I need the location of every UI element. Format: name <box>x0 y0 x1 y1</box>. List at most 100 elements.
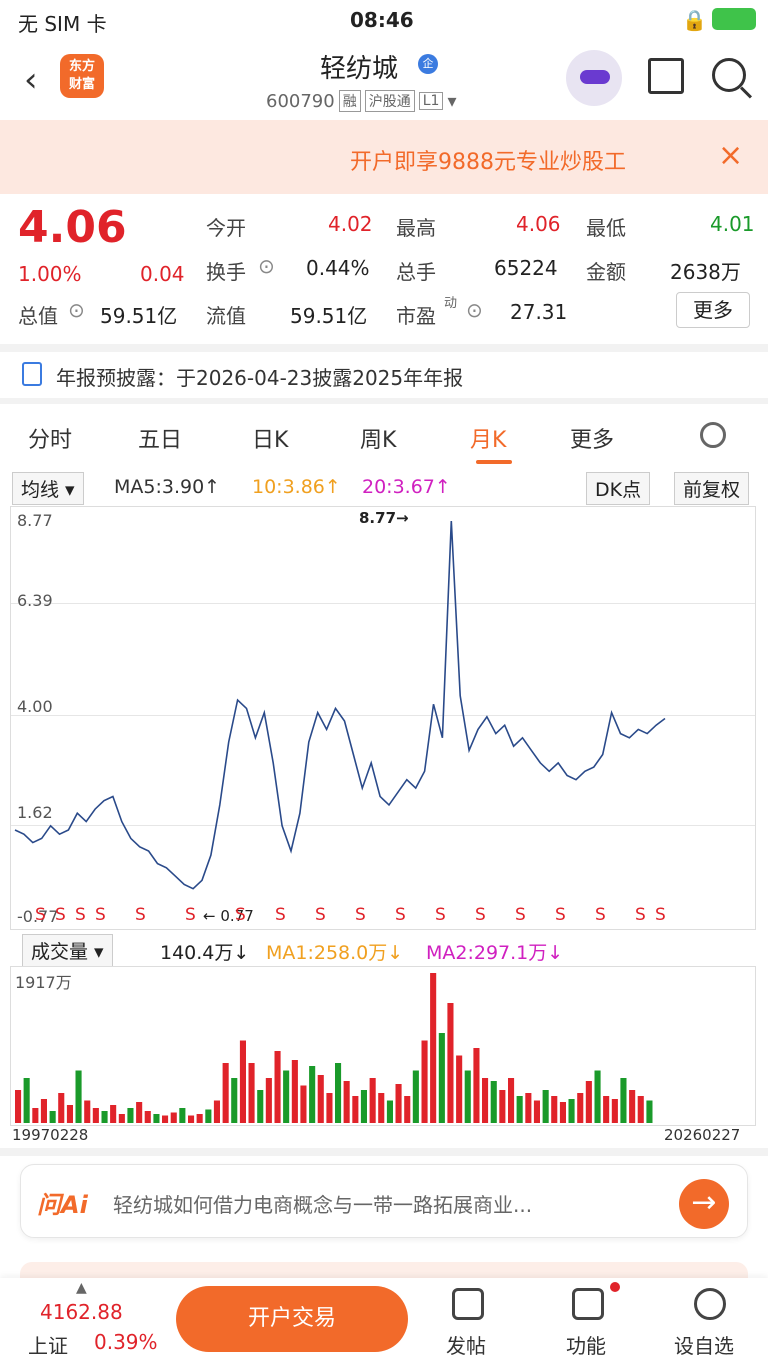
volume-bar <box>23 1078 30 1123</box>
grid-apps-icon[interactable] <box>572 1288 604 1320</box>
index-name[interactable]: 上证 <box>28 1330 68 1359</box>
volume-bar <box>101 1111 108 1123</box>
more-button[interactable]: 更多 <box>676 292 750 328</box>
index-percent[interactable]: 0.39% <box>94 1330 158 1354</box>
caret-up-icon: ▲ <box>76 1280 87 1296</box>
volume-bar <box>248 1063 255 1123</box>
volume-bar <box>118 1114 125 1123</box>
chevron-down-icon: ▾ <box>447 90 457 112</box>
open-account-trade-button[interactable]: 开户交易 <box>176 1286 408 1352</box>
volume-bar <box>551 1096 558 1123</box>
volume-chart[interactable]: 1917万 <box>10 966 756 1126</box>
peak-label: 8.77→ <box>359 509 409 527</box>
sell-signal-marker: S <box>435 905 446 925</box>
field-value-pe: 27.31 <box>510 300 568 324</box>
field-label-market-cap: 总值 <box>18 304 58 328</box>
orientation-lock-icon: 🔒 <box>682 8 707 32</box>
volume-bar <box>386 1100 393 1123</box>
tab-monthly-k[interactable]: 月K <box>470 422 506 454</box>
volume-bar <box>594 1070 601 1123</box>
tab-intraday[interactable]: 分时 <box>28 422 72 454</box>
search-icon[interactable] <box>712 58 746 92</box>
ma-selector-label: 均线 <box>21 479 60 501</box>
post-button[interactable]: 发帖 <box>446 1330 486 1359</box>
volume-bar <box>629 1090 636 1123</box>
volume-bar <box>213 1100 220 1123</box>
gear-icon[interactable] <box>700 422 726 448</box>
logo-text-top: 东方 <box>68 59 95 74</box>
promo-banner[interactable]: 开户即享9888元专业炒股工 × <box>0 120 768 194</box>
volume-bar <box>188 1115 195 1123</box>
volume-bar <box>430 973 437 1123</box>
add-watchlist-button[interactable]: 设自选 <box>674 1330 734 1359</box>
volume-selector[interactable]: 成交量 ▾ <box>22 934 113 967</box>
field-value-float-cap: 59.51亿 <box>290 304 368 328</box>
adjust-selector[interactable]: 前复权 <box>674 472 750 505</box>
field-value-low: 4.01 <box>710 212 755 236</box>
volume-bar <box>369 1078 376 1123</box>
info-icon[interactable]: ⊙ <box>68 298 85 322</box>
field-label-pe: 市盈 <box>396 304 436 328</box>
tag-level: L1 <box>418 92 444 110</box>
clock: 08:46 <box>350 8 414 32</box>
ai-question-bar[interactable]: 问Ai 轻纺城如何借力电商概念与一带一路拓展商业... → <box>20 1164 748 1238</box>
info-icon[interactable]: ⊙ <box>258 254 275 278</box>
sell-signal-marker: S <box>135 905 146 925</box>
tab-more[interactable]: 更多 <box>570 422 614 454</box>
more-dots-icon[interactable] <box>694 1288 726 1320</box>
volume-bar <box>66 1105 73 1123</box>
volume-bar <box>473 1048 480 1123</box>
volume-bar <box>482 1078 489 1123</box>
field-value-volume: 65224 <box>494 256 558 280</box>
volume-bar <box>40 1099 47 1123</box>
volume-bar <box>438 1033 445 1123</box>
close-icon[interactable]: × <box>718 138 743 173</box>
sell-signal-marker: S <box>55 905 66 925</box>
volume-bar <box>326 1093 333 1123</box>
sell-signal-marker: S <box>475 905 486 925</box>
stock-code-row[interactable]: 600790 融 沪股通 L1 ▾ <box>266 90 456 112</box>
field-label-low: 最低 <box>586 216 626 240</box>
ma-selector[interactable]: 均线 ▾ <box>12 472 84 505</box>
edit-post-icon[interactable] <box>452 1288 484 1320</box>
active-tab-indicator <box>476 460 512 464</box>
volume-bar <box>464 1070 471 1123</box>
volume-bar <box>222 1063 229 1123</box>
tab-daily-k[interactable]: 日K <box>252 422 288 454</box>
volume-bar <box>360 1090 367 1123</box>
share-icon[interactable] <box>648 58 684 94</box>
volume-bar <box>499 1090 506 1123</box>
annual-report-notice[interactable]: 年报预披露：于2026-04-23披露2025年年报 <box>0 352 768 400</box>
index-value[interactable]: 4162.88 <box>40 1300 123 1324</box>
notification-dot <box>610 1282 620 1292</box>
sell-signal-marker: S <box>35 905 46 925</box>
field-label-high: 最高 <box>396 216 436 240</box>
ma5-value: MA5:3.90↑ <box>114 476 221 498</box>
volume-bar <box>162 1115 169 1123</box>
indicator-row: 均线 ▾ MA5:3.90↑ 10:3.86↑ 20:3.67↑ DK点 前复权 <box>0 470 768 506</box>
volume-bar <box>343 1081 350 1123</box>
volume-bar <box>317 1075 324 1123</box>
sell-signal-marker: S <box>355 905 366 925</box>
volume-ma1: MA1:258.0万↓ <box>266 942 404 964</box>
volume-bar <box>300 1085 307 1123</box>
field-value-high: 4.06 <box>516 212 561 236</box>
volume-bar <box>153 1114 160 1123</box>
price-chart[interactable]: 8.77 6.39 4.00 1.62 -0.77 8.77→ ← 0.77 S… <box>10 506 756 930</box>
tab-five-day[interactable]: 五日 <box>138 422 182 454</box>
arrow-right-icon[interactable]: → <box>679 1179 729 1229</box>
logo-text-bottom: 财富 <box>68 77 95 92</box>
tab-weekly-k[interactable]: 周K <box>360 422 396 454</box>
x-start-date: 19970228 <box>12 1126 89 1144</box>
volume-bar <box>257 1090 264 1123</box>
info-icon[interactable]: ⊙ <box>466 298 483 322</box>
tag-connect: 沪股通 <box>364 90 415 112</box>
carrier-label: 无 SIM 卡 <box>18 12 107 36</box>
price-line-svg <box>14 520 666 890</box>
back-icon[interactable]: ‹ <box>24 60 38 100</box>
sell-signal-marker: S <box>395 905 406 925</box>
price-series-line <box>14 520 666 890</box>
functions-button[interactable]: 功能 <box>566 1330 606 1359</box>
dk-point-selector[interactable]: DK点 <box>586 472 651 505</box>
status-bar: 无 SIM 卡 08:46 🔒 <box>0 0 768 40</box>
